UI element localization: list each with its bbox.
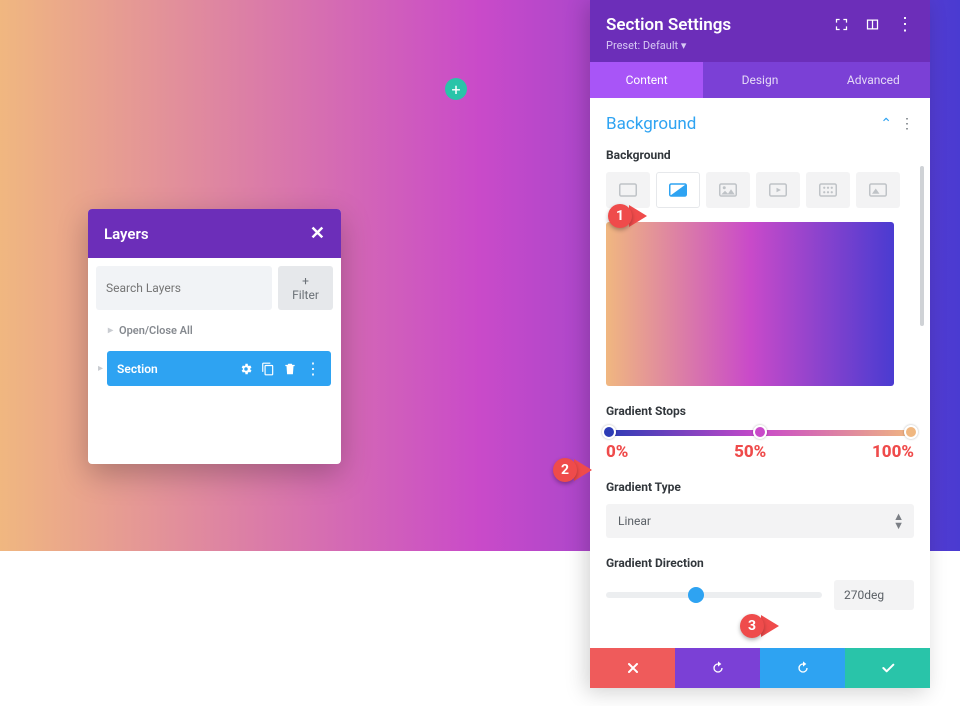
scrollbar[interactable] xyxy=(920,166,924,326)
bg-type-color[interactable] xyxy=(606,172,650,208)
settings-body: Background ⌃ ⋮ Background Gradient Stops… xyxy=(590,98,930,648)
tab-advanced[interactable]: Advanced xyxy=(817,62,930,98)
gradient-stop-50[interactable] xyxy=(753,425,767,439)
open-close-all[interactable]: ▸ Open/Close All xyxy=(88,310,341,345)
gear-icon[interactable] xyxy=(239,362,253,376)
duplicate-icon[interactable] xyxy=(261,362,275,376)
more-icon[interactable]: ⋮ xyxy=(900,116,914,132)
close-icon xyxy=(625,660,641,676)
background-label: Background xyxy=(606,148,914,162)
layers-title: Layers xyxy=(104,225,149,243)
close-icon[interactable]: ✕ xyxy=(310,223,325,244)
background-accordion-header[interactable]: Background ⌃ ⋮ xyxy=(606,114,914,134)
caret-right-icon[interactable]: ▸ xyxy=(98,363,103,374)
settings-title: Section Settings xyxy=(606,15,731,35)
focus-icon[interactable] xyxy=(834,17,849,32)
columns-icon[interactable] xyxy=(865,17,880,32)
save-button[interactable] xyxy=(845,648,930,688)
layers-header: Layers ✕ xyxy=(88,209,341,258)
tab-content[interactable]: Content xyxy=(590,62,703,98)
gradient-direction-label: Gradient Direction xyxy=(606,556,914,570)
more-icon[interactable]: ⋮ xyxy=(305,359,321,378)
callout-badge: 3 xyxy=(740,614,764,638)
callout-badge: 2 xyxy=(553,458,577,482)
background-section-title: Background xyxy=(606,114,696,134)
redo-button[interactable] xyxy=(760,648,845,688)
direction-slider-thumb[interactable] xyxy=(688,587,704,603)
undo-button[interactable] xyxy=(675,648,760,688)
gradient-stop-100[interactable] xyxy=(904,425,918,439)
callout-badge: 1 xyxy=(608,204,632,228)
bg-type-video[interactable] xyxy=(756,172,800,208)
direction-slider[interactable] xyxy=(606,592,822,598)
bg-type-mask[interactable] xyxy=(856,172,900,208)
gradient-type-select[interactable] xyxy=(606,504,914,538)
more-icon[interactable]: ⋮ xyxy=(896,14,914,35)
callout-2: 2 xyxy=(553,458,592,482)
trash-icon[interactable] xyxy=(283,362,297,376)
direction-value-input[interactable] xyxy=(834,580,914,610)
bg-type-pattern[interactable] xyxy=(806,172,850,208)
background-type-tabs xyxy=(606,172,914,208)
header-icon-group: ⋮ xyxy=(834,14,914,35)
undo-icon xyxy=(710,660,726,676)
gradient-stop-labels: 0% 50% 100% xyxy=(606,442,914,462)
layers-toolbar: + Filter xyxy=(88,258,341,310)
gradient-preview[interactable] xyxy=(606,222,894,386)
plus-icon: + xyxy=(451,80,460,99)
redo-icon xyxy=(795,660,811,676)
gradient-type-select-wrap: ▲▼ xyxy=(606,504,914,538)
layers-panel: Layers ✕ + Filter ▸ Open/Close All ▸ Sec… xyxy=(88,209,341,464)
tab-design[interactable]: Design xyxy=(703,62,816,98)
bg-type-image[interactable] xyxy=(706,172,750,208)
stop-label-50: 50% xyxy=(734,442,766,462)
gradient-stops-label: Gradient Stops xyxy=(606,404,914,418)
check-icon xyxy=(880,660,896,676)
gradient-type-label: Gradient Type xyxy=(606,480,914,494)
gradient-stops-slider[interactable] xyxy=(606,430,914,436)
callout-3: 3 xyxy=(740,614,779,638)
search-layers-input[interactable] xyxy=(96,266,272,310)
add-section-button[interactable]: + xyxy=(445,78,467,100)
settings-footer xyxy=(590,648,930,688)
gradient-stop-0[interactable] xyxy=(602,425,616,439)
cancel-button[interactable] xyxy=(590,648,675,688)
settings-panel: Section Settings ⋮ Preset: Default ▾ Con… xyxy=(590,0,930,688)
stop-label-0: 0% xyxy=(606,442,628,462)
caret-right-icon: ▸ xyxy=(108,325,113,336)
settings-tabs: Content Design Advanced xyxy=(590,62,930,98)
stop-label-100: 100% xyxy=(872,442,914,462)
settings-header: Section Settings ⋮ Preset: Default ▾ xyxy=(590,0,930,62)
callout-1: 1 xyxy=(608,204,647,228)
open-close-label: Open/Close All xyxy=(119,324,193,337)
layer-item-label: Section xyxy=(117,362,231,376)
chevron-up-icon[interactable]: ⌃ xyxy=(880,116,892,132)
select-caret-icon: ▲▼ xyxy=(893,512,904,530)
gradient-direction-row xyxy=(606,580,914,610)
layer-item-section[interactable]: Section ⋮ xyxy=(107,351,331,386)
bg-type-gradient[interactable] xyxy=(656,172,700,208)
filter-button[interactable]: + Filter xyxy=(278,266,333,310)
preset-selector[interactable]: Preset: Default ▾ xyxy=(606,39,914,52)
